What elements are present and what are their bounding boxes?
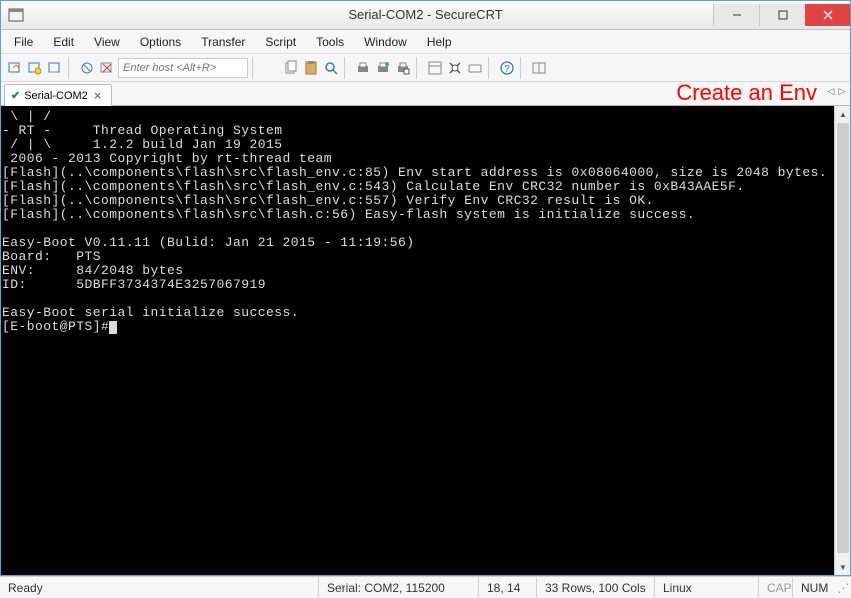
paste-icon[interactable] bbox=[302, 59, 320, 77]
menubar: File Edit View Options Transfer Script T… bbox=[0, 30, 851, 54]
scrollbar[interactable]: ▲ ▼ bbox=[834, 106, 851, 576]
menu-help[interactable]: Help bbox=[417, 32, 462, 52]
status-dimensions: 33 Rows, 100 Cols bbox=[537, 577, 655, 598]
reconnect-icon[interactable] bbox=[46, 59, 64, 77]
help-icon[interactable]: ? bbox=[498, 59, 516, 77]
print-selection-icon[interactable] bbox=[394, 59, 412, 77]
quickconnect-icon[interactable] bbox=[26, 59, 44, 77]
terminal-area: \ | / - RT - Thread Operating System / |… bbox=[0, 106, 851, 576]
keymap-icon[interactable] bbox=[466, 59, 484, 77]
host-input[interactable] bbox=[118, 58, 248, 78]
status-emulation: Linux bbox=[655, 577, 759, 598]
print-screen-icon[interactable] bbox=[374, 59, 392, 77]
window-controls bbox=[713, 4, 851, 26]
tab-serial-com2[interactable]: ✔ Serial-COM2 × bbox=[4, 84, 112, 106]
minimize-button[interactable] bbox=[713, 4, 759, 26]
close-button[interactable] bbox=[805, 4, 851, 26]
statusbar: Ready Serial: COM2, 115200 18, 14 33 Row… bbox=[0, 576, 851, 598]
tab-next-icon[interactable]: ▷ bbox=[837, 86, 847, 97]
menu-edit[interactable]: Edit bbox=[43, 32, 84, 52]
svg-text:?: ? bbox=[504, 64, 510, 75]
reconnect-all-icon[interactable] bbox=[98, 59, 116, 77]
toolbar-separator bbox=[344, 57, 350, 79]
connected-check-icon: ✔ bbox=[11, 89, 20, 102]
scroll-up-icon[interactable]: ▲ bbox=[835, 106, 851, 123]
status-serial: Serial: COM2, 115200 bbox=[319, 577, 479, 598]
scroll-down-icon[interactable]: ▼ bbox=[835, 559, 851, 576]
global-options-icon[interactable] bbox=[446, 59, 464, 77]
maximize-button[interactable] bbox=[759, 4, 805, 26]
titlebar: Serial-COM2 - SecureCRT bbox=[0, 0, 851, 30]
app-icon bbox=[8, 7, 24, 23]
menu-options[interactable]: Options bbox=[130, 32, 191, 52]
toolbar: ? bbox=[0, 54, 851, 82]
annotation-text: Create an Env bbox=[676, 80, 817, 106]
toolbar-separator bbox=[488, 57, 494, 79]
menu-window[interactable]: Window bbox=[354, 32, 417, 52]
terminal[interactable]: \ | / - RT - Thread Operating System / |… bbox=[0, 106, 834, 576]
toolbar-separator bbox=[416, 57, 422, 79]
connect-icon[interactable] bbox=[6, 59, 24, 77]
toggle-panel-icon[interactable] bbox=[530, 59, 548, 77]
tab-prev-icon[interactable]: ◁ bbox=[826, 86, 836, 97]
find-icon[interactable] bbox=[322, 59, 340, 77]
tabstrip: ✔ Serial-COM2 × Create an Env ◁ ▷ bbox=[0, 82, 851, 106]
menu-file[interactable]: File bbox=[4, 32, 43, 52]
status-num: NUM bbox=[793, 577, 833, 598]
menu-transfer[interactable]: Transfer bbox=[191, 32, 255, 52]
resize-grip-icon[interactable]: ⋰ bbox=[833, 581, 851, 595]
menu-view[interactable]: View bbox=[84, 32, 130, 52]
session-options-icon[interactable] bbox=[426, 59, 444, 77]
toolbar-separator bbox=[252, 57, 258, 79]
status-cursor: 18, 14 bbox=[479, 577, 537, 598]
menu-tools[interactable]: Tools bbox=[306, 32, 354, 52]
scroll-thumb[interactable] bbox=[837, 123, 849, 553]
status-ready: Ready bbox=[0, 577, 319, 598]
toolbar-separator bbox=[520, 57, 526, 79]
print-icon[interactable] bbox=[354, 59, 372, 77]
copy-icon[interactable] bbox=[282, 59, 300, 77]
tab-close-icon[interactable]: × bbox=[92, 88, 104, 103]
tab-nav: ◁ ▷ bbox=[826, 86, 847, 97]
status-cap: CAP bbox=[759, 577, 793, 598]
menu-script[interactable]: Script bbox=[255, 32, 306, 52]
toolbar-separator bbox=[68, 57, 74, 79]
disconnect-icon[interactable] bbox=[78, 59, 96, 77]
tab-label: Serial-COM2 bbox=[24, 90, 88, 102]
